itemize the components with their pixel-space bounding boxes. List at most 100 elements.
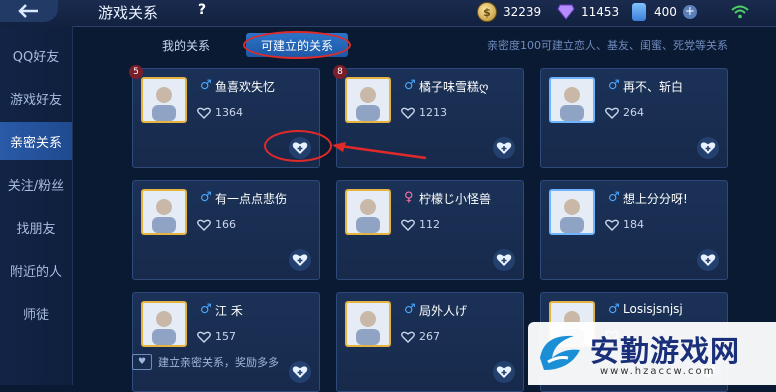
gender-icon: ♀ [404, 190, 414, 205]
footer-hint: ♥ 建立亲密关系，奖励多多 [132, 354, 279, 370]
avatar[interactable] [345, 301, 391, 347]
add-coupon-button[interactable]: + [682, 5, 697, 19]
wifi-icon [731, 5, 749, 19]
gold-balance: $ 32239 [477, 2, 541, 22]
friend-name: 鱼喜欢失忆 [215, 80, 276, 94]
intimacy-value: 166 [197, 218, 236, 231]
watermark-url: www.hzaccw.com [600, 366, 716, 377]
avatar[interactable] [549, 77, 595, 123]
diamond-balance: 11453 [557, 3, 619, 21]
sidebar-item-label: 游戏好友 [9, 92, 62, 108]
friend-name: 有一点点悲伤 [215, 192, 288, 206]
avatar-image [143, 303, 185, 345]
gold-coin-icon: $ [477, 2, 497, 22]
sidebar-item-follow-fans[interactable]: 关注/粉丝 [0, 165, 72, 203]
sidebar-item-find-friends[interactable]: 找朋友 [0, 208, 72, 246]
heart-icon [401, 219, 415, 231]
sidebar-item-label: QQ好友 [12, 49, 60, 65]
heart-icon [401, 331, 415, 343]
intimacy-number: 184 [623, 218, 644, 231]
intimacy-number: 264 [623, 106, 644, 119]
intimacy-number: 112 [419, 218, 440, 231]
watermark-text: 安勤游戏网 [590, 334, 741, 368]
avatar[interactable] [141, 301, 187, 347]
page-title: 游戏关系 [98, 4, 159, 22]
sidebar-item-label: 师徒 [22, 307, 49, 323]
add-relation-button[interactable] [493, 249, 515, 271]
coupon-ticket-icon [632, 3, 646, 21]
heart-plus-icon [292, 366, 308, 378]
sidebar-item-label: 附近的人 [9, 264, 62, 280]
gender-icon: ♂ [200, 190, 212, 205]
intimacy-value: 1364 [197, 106, 243, 119]
avatar[interactable] [345, 77, 391, 123]
intimacy-value: 1213 [401, 106, 447, 119]
avatar-image [551, 79, 593, 121]
footer-hint-text: 建立亲密关系，奖励多多 [158, 356, 279, 369]
intimacy-value: 267 [401, 330, 440, 343]
friend-name: 江 禾 [215, 304, 243, 318]
avatar[interactable] [141, 77, 187, 123]
sidebar: QQ好友 游戏好友 亲密关系 关注/粉丝 找朋友 附近的人 师徒 [0, 26, 73, 385]
avatar-image [347, 191, 389, 233]
friend-card[interactable]: ♂ 再不、斩白 264 [540, 68, 728, 168]
avatar-image [551, 191, 593, 233]
sidebar-item-mentor[interactable]: 师徒 [0, 294, 72, 332]
heart-icon [605, 107, 619, 119]
help-button[interactable]: ? [193, 2, 211, 20]
friend-name: 局外人げ [419, 304, 468, 318]
heart-plus-icon [292, 254, 308, 266]
add-relation-button[interactable] [697, 137, 719, 159]
gender-icon: ♂ [608, 78, 620, 93]
friend-name: 想上分分呀! [623, 192, 688, 206]
heart-icon [197, 107, 211, 119]
intimacy-number: 1213 [419, 106, 447, 119]
avatar-image [143, 79, 185, 121]
friend-card[interactable]: ♂ 江 禾 157 [132, 292, 320, 392]
gender-icon: ♂ [200, 302, 212, 317]
avatar[interactable] [141, 189, 187, 235]
intimacy-intro-text: 亲密度100可建立恋人、基友、闺蜜、死党等关系 [487, 39, 728, 52]
heart-plus-icon [496, 254, 512, 266]
add-relation-button[interactable] [697, 249, 719, 271]
heart-plus-icon [700, 142, 716, 154]
friend-name: 柠檬じ小怪兽 [419, 192, 492, 206]
coupon-balance: 400 + [632, 3, 697, 21]
top-bar: 游戏关系 ? $ 32239 11453 400 + [0, 0, 776, 27]
annotation-circle-tab [243, 31, 351, 59]
sidebar-item-intimate-relations[interactable]: 亲密关系 [0, 122, 72, 160]
add-relation-button[interactable] [493, 137, 515, 159]
sidebar-item-nearby[interactable]: 附近的人 [0, 251, 72, 289]
watermark-logo-icon [540, 335, 580, 370]
friend-name: Losisjsnjsj [623, 302, 683, 316]
heart-icon [401, 107, 415, 119]
add-relation-button[interactable] [289, 249, 311, 271]
friend-card[interactable]: ♂ 有一点点悲伤 166 [132, 180, 320, 280]
heart-icon [197, 331, 211, 343]
gender-icon: ♂ [200, 78, 212, 93]
sidebar-item-game-friends[interactable]: 游戏好友 [0, 79, 72, 117]
diamond-gem-icon [557, 4, 575, 20]
friend-card[interactable]: ♀ 柠檬じ小怪兽 112 [336, 180, 524, 280]
gender-icon: ♂ [404, 302, 416, 317]
heart-plus-icon [496, 366, 512, 378]
friend-name: 再不、斩白 [623, 80, 684, 94]
friend-card[interactable]: ♂ 想上分分呀! 184 [540, 180, 728, 280]
avatar-image [347, 79, 389, 121]
sidebar-item-qq-friends[interactable]: QQ好友 [0, 36, 72, 74]
friend-name: 橘子味雪糕ღ [419, 80, 489, 94]
avatar[interactable] [345, 189, 391, 235]
tab-label: 我的关系 [161, 38, 210, 53]
back-arrow-icon [18, 4, 38, 18]
add-relation-button[interactable] [493, 361, 515, 383]
avatar[interactable] [549, 189, 595, 235]
friend-card[interactable]: ♂ 局外人げ 267 [336, 292, 524, 392]
tab-my-relations[interactable]: 我的关系 [140, 33, 232, 57]
sidebar-item-label: 关注/粉丝 [7, 178, 65, 194]
gender-icon: ♂ [404, 78, 416, 93]
sidebar-item-label: 找朋友 [16, 221, 56, 237]
back-button[interactable] [0, 0, 58, 22]
add-relation-button[interactable] [289, 361, 311, 383]
relation-hint-icon: ♥ [132, 354, 152, 370]
avatar-image [347, 303, 389, 345]
